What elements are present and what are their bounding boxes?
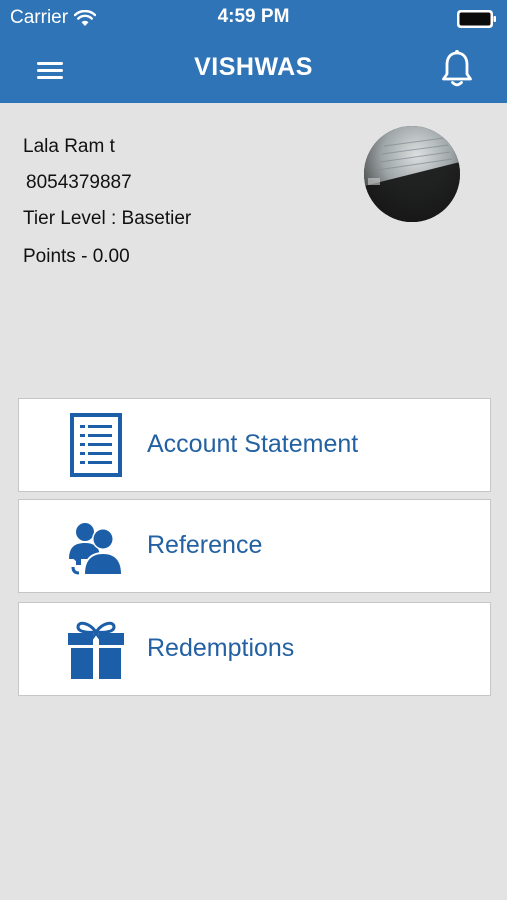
redemptions-label: Redemptions (147, 634, 295, 662)
profile-name: Lala Ram t (23, 136, 115, 157)
status-bar: Carrier 4:59 PM (0, 0, 507, 36)
profile-phone: 8054379887 (26, 172, 132, 193)
notification-bell-icon[interactable] (435, 46, 479, 92)
gift-icon (61, 613, 131, 685)
points-balance: Points - 0.00 (23, 246, 130, 267)
profile-photo[interactable] (364, 126, 460, 222)
redemptions-button[interactable]: Redemptions (18, 602, 491, 696)
document-list-icon (61, 409, 131, 481)
account-statement-label: Account Statement (147, 430, 359, 458)
status-time: 4:59 PM (217, 6, 290, 27)
reference-button[interactable]: Reference (18, 499, 491, 593)
app-header: Carrier 4:59 PM VISHWAS (0, 0, 507, 103)
app-title: VISHWAS (194, 53, 313, 81)
navigation-bar: VISHWAS (0, 36, 507, 103)
battery-icon (457, 10, 497, 28)
reference-label: Reference (147, 531, 263, 559)
users-refer-icon (61, 510, 131, 582)
tier-level: Tier Level : Basetier (23, 208, 192, 229)
account-statement-button[interactable]: Account Statement (18, 398, 491, 492)
